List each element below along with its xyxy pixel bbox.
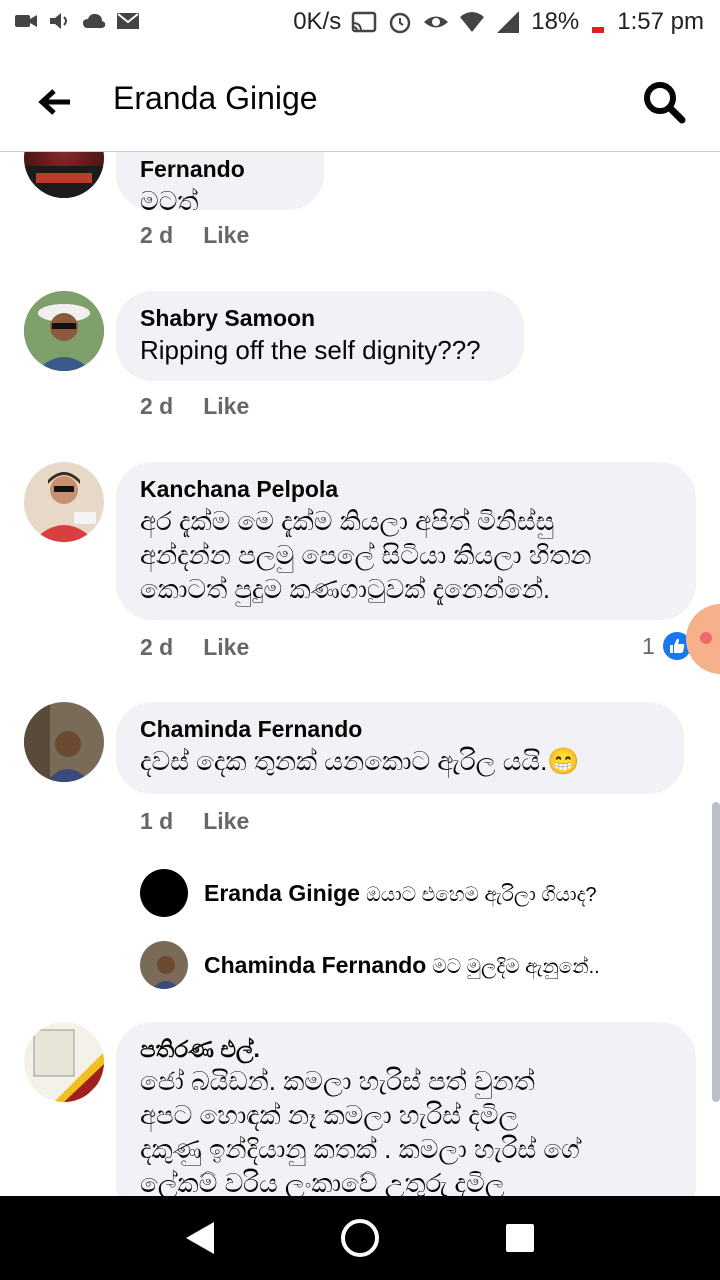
avatar[interactable] bbox=[24, 152, 104, 198]
nav-home-icon[interactable] bbox=[338, 1216, 382, 1260]
comment-time[interactable]: 2 d bbox=[140, 222, 173, 248]
reply-avatar[interactable] bbox=[140, 941, 188, 989]
video-camera-icon bbox=[15, 15, 37, 27]
reply-text: ඔයාට එහෙම ඇරිලා ගියාද? bbox=[365, 884, 597, 906]
comment-author[interactable]: Kanchana Pelpola bbox=[140, 474, 672, 504]
mail-icon bbox=[117, 13, 139, 29]
battery-icon bbox=[592, 27, 605, 33]
comment-author[interactable]: Sunil Fernando bbox=[140, 152, 300, 184]
like-button[interactable]: Like bbox=[203, 393, 249, 419]
eye-icon bbox=[424, 16, 449, 28]
cloud-icon bbox=[83, 13, 106, 28]
alarm-icon bbox=[389, 12, 411, 34]
comment-meta: 2 d Like bbox=[140, 222, 249, 249]
comment-text: දවස් දෙක තුනක් යනකොට ඇරිල යයි.😁 bbox=[140, 746, 580, 776]
avatar[interactable] bbox=[24, 1022, 104, 1102]
volume-icon bbox=[50, 13, 67, 29]
comment-text: මටත් bbox=[140, 186, 199, 216]
status-notifications bbox=[14, 10, 140, 32]
comment-bubble[interactable]: Shabry Samoon Ripping off the self digni… bbox=[116, 291, 524, 381]
status-bar: 0K/s 18% 1:57 pm bbox=[0, 0, 720, 50]
nav-recents-icon[interactable] bbox=[498, 1216, 542, 1260]
like-button[interactable]: Like bbox=[203, 634, 249, 660]
comment-bubble[interactable]: Kanchana Pelpola අර දැක්ම මෙ දැක්ම කියලා… bbox=[116, 462, 696, 620]
avatar[interactable] bbox=[24, 462, 104, 542]
reply-author[interactable]: Eranda Ginige bbox=[204, 880, 360, 906]
wifi-icon bbox=[460, 12, 485, 32]
avatar-image bbox=[24, 1022, 104, 1102]
reply-text: මට මුලදිම ඇනුනේ.. bbox=[432, 956, 600, 978]
reply-author[interactable]: Chaminda Fernando bbox=[204, 952, 426, 978]
nav-back-icon[interactable] bbox=[178, 1216, 222, 1260]
comment-author[interactable]: පතිරණ එල්. bbox=[140, 1034, 672, 1064]
comment-text-line: ලේකම් වරිය ලංකාවේ උතුරු දමිල bbox=[140, 1168, 505, 1196]
like-button[interactable]: Like bbox=[203, 808, 249, 834]
avatar-image bbox=[24, 166, 104, 198]
avatar[interactable] bbox=[24, 702, 104, 782]
comment-author[interactable]: Shabry Samoon bbox=[140, 303, 500, 333]
comment-meta: 1 d Like bbox=[140, 808, 249, 835]
avatar[interactable] bbox=[24, 291, 104, 371]
comment-text-line: අන්දන්න පලමු පෙලේ සිටියා කියලා හිතන bbox=[140, 540, 592, 570]
avatar-image bbox=[140, 941, 188, 989]
comment-text-line: අපට හොඳක් නෑ කමලා හැරිස් දමිල bbox=[140, 1100, 519, 1130]
comment-text-line: දකුණු ඉන්දියානු කතක් . කමලා හැරිස් ගේ bbox=[140, 1134, 580, 1164]
like-button[interactable]: Like bbox=[203, 222, 249, 248]
comment-text-line: ජෝ බයිඩන්. කමලා හැරිස් පත් වුනත් bbox=[140, 1066, 535, 1096]
avatar-image bbox=[24, 702, 104, 782]
page-title: Eranda Ginige bbox=[113, 80, 318, 116]
comment-bubble[interactable]: Sunil Fernando මටත් bbox=[116, 152, 324, 216]
comments-list: Sunil Fernando මටත් 2 d Like Shabry Samoo… bbox=[0, 152, 720, 1196]
clock: 1:57 pm bbox=[617, 8, 704, 35]
comment-time[interactable]: 1 d bbox=[140, 808, 173, 834]
comment-text-line: කොටත් පුදුම කණගාටුවක් දැනෙන්නේ. bbox=[140, 574, 551, 604]
system-nav-bar bbox=[0, 1196, 720, 1280]
reply-item[interactable]: Eranda Ginige ඔයාට එහෙම ඇරිලා ගියාද? bbox=[204, 880, 597, 907]
scrollbar[interactable] bbox=[712, 802, 720, 1102]
comment-bubble[interactable]: පතිරණ එල්. ජෝ බයිඩන්. කමලා හැරිස් පත් වු… bbox=[116, 1022, 696, 1196]
comment-time[interactable]: 2 d bbox=[140, 393, 173, 419]
signal-icon bbox=[497, 11, 520, 33]
arrow-left-icon[interactable] bbox=[34, 80, 78, 124]
cast-icon bbox=[351, 11, 377, 33]
battery-percent: 18% bbox=[531, 8, 580, 35]
reply-avatar[interactable] bbox=[140, 869, 188, 917]
comment-bubble[interactable]: Chaminda Fernando දවස් දෙක තුනක් යනකොට ඇ… bbox=[116, 702, 684, 794]
search-icon[interactable] bbox=[640, 78, 688, 126]
record-dot-icon bbox=[700, 632, 712, 644]
floating-bubble[interactable] bbox=[686, 604, 720, 674]
app-bar: Eranda Ginige bbox=[0, 50, 720, 152]
reaction-count: 1 bbox=[642, 632, 655, 659]
net-speed: 0K/s bbox=[293, 8, 342, 35]
comment-text: Ripping off the self dignity??? bbox=[140, 335, 481, 365]
status-system: 0K/s 18% 1:57 pm bbox=[293, 8, 704, 36]
avatar-image bbox=[24, 462, 104, 542]
comment-text-line: අර දැක්ම මෙ දැක්ම කියලා අපිත් මිනිස්සු bbox=[140, 506, 555, 536]
comment-time[interactable]: 2 d bbox=[140, 634, 173, 660]
reply-item[interactable]: Chaminda Fernando මට මුලදිම ඇනුනේ.. bbox=[204, 952, 600, 979]
comment-meta: 2 d Like bbox=[140, 393, 249, 420]
avatar-image bbox=[24, 291, 104, 371]
comment-author[interactable]: Chaminda Fernando bbox=[140, 714, 660, 744]
comment-meta: 2 d Like bbox=[140, 634, 249, 661]
